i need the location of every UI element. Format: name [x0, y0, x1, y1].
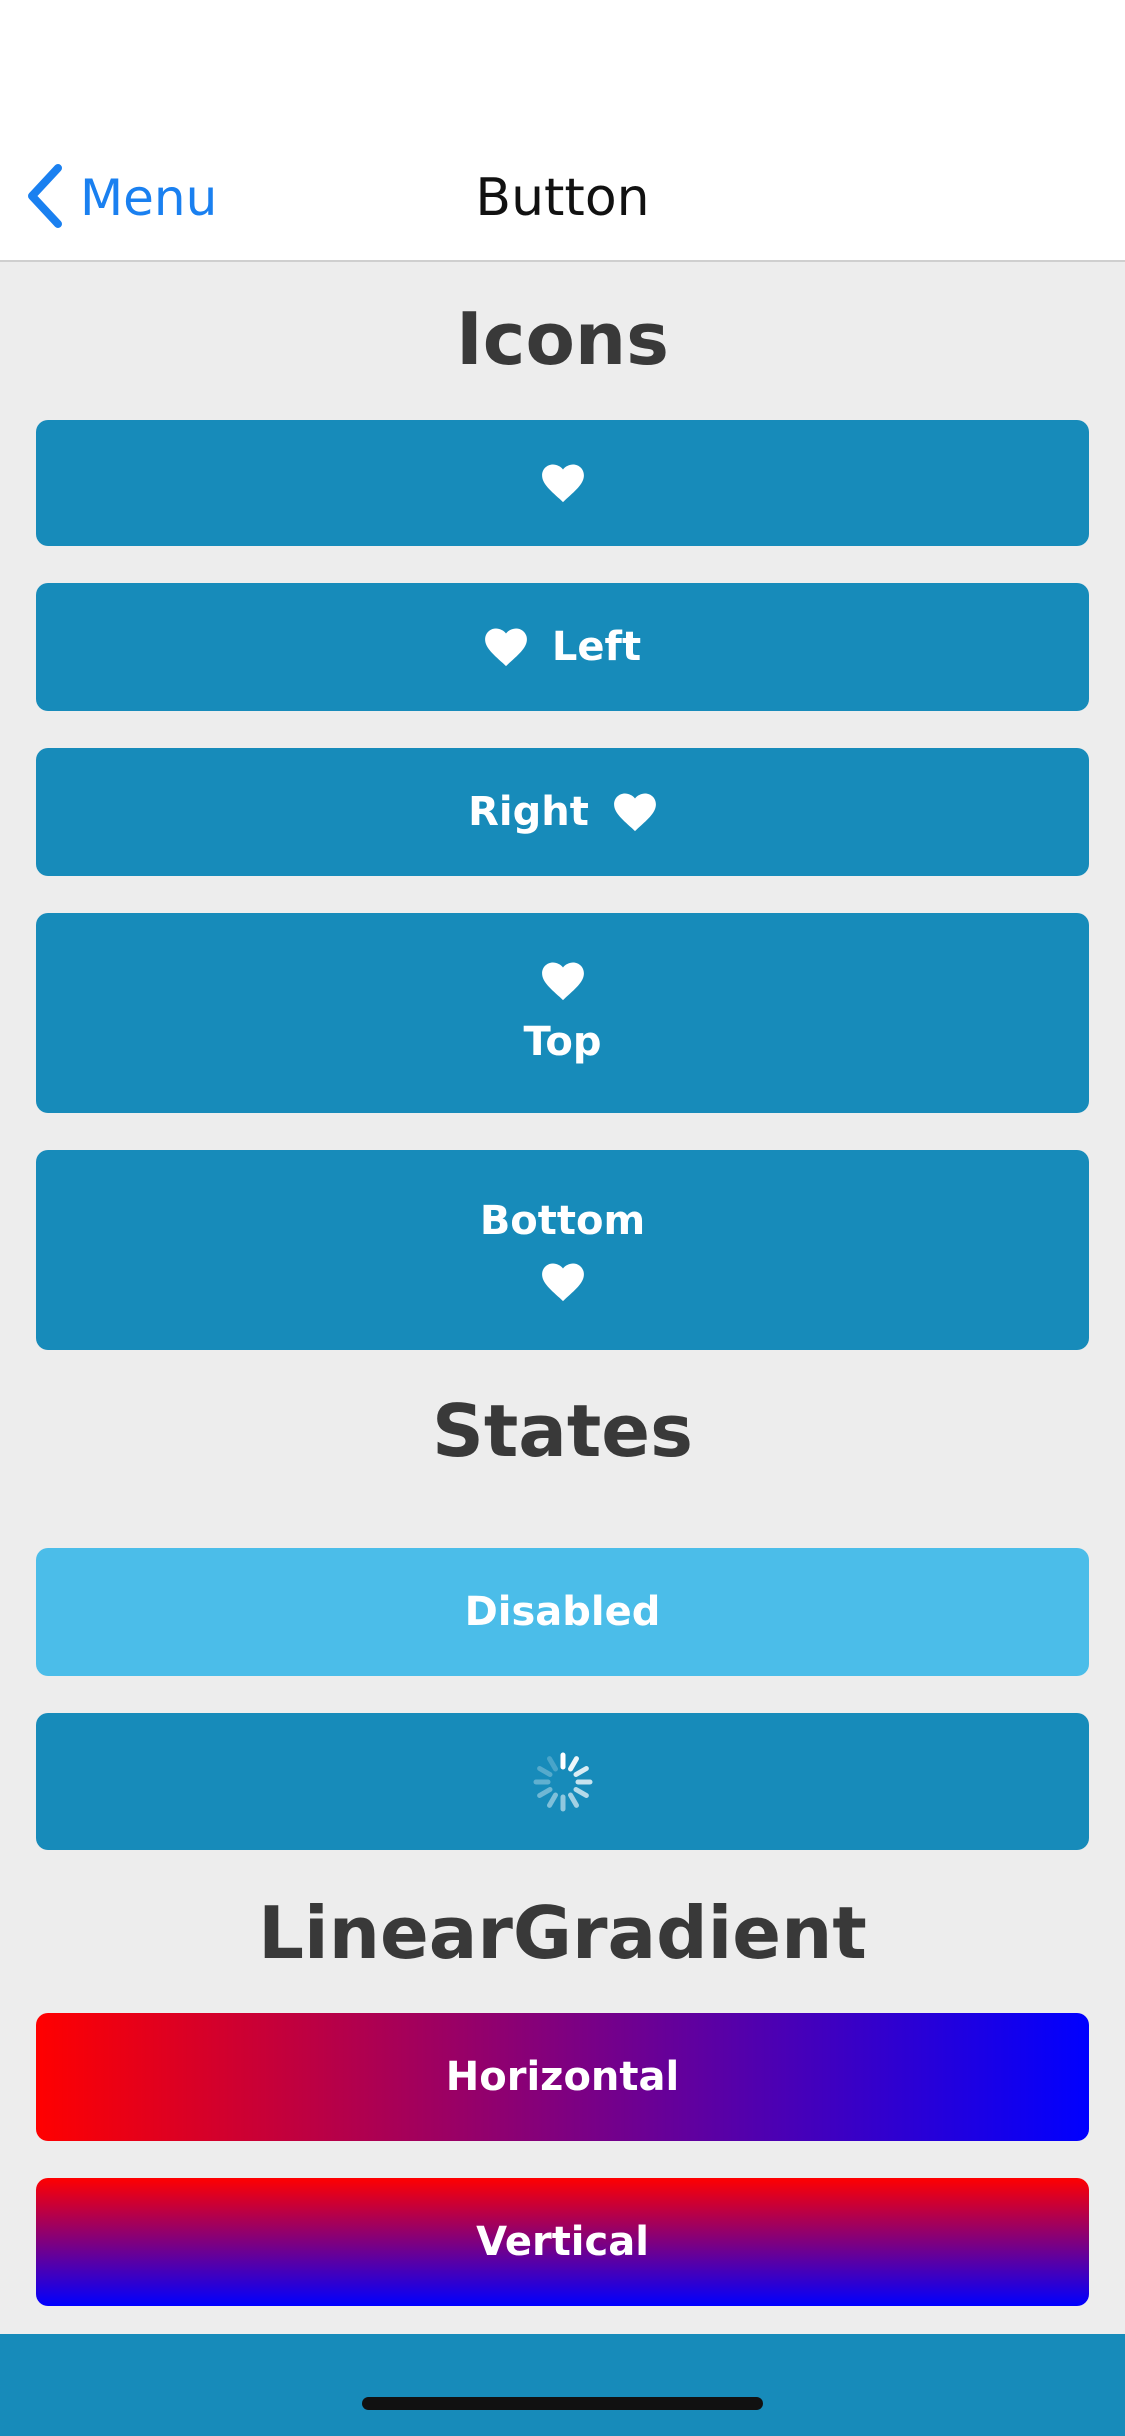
icon-top-button[interactable]: Top	[36, 913, 1089, 1113]
button-label-top: Top	[523, 1019, 602, 1065]
heart-icon	[541, 961, 585, 1001]
button-label-bottom: Bottom	[479, 1198, 646, 1244]
loading-button[interactable]	[36, 1713, 1089, 1850]
button-label-right: Right	[468, 789, 589, 835]
heart-icon	[484, 627, 528, 667]
home-indicator[interactable]	[362, 2397, 763, 2410]
icon-right-button[interactable]: Right	[36, 748, 1089, 876]
heart-icon	[541, 463, 585, 503]
spinner-icon	[533, 1752, 592, 1811]
icon-only-button[interactable]	[36, 420, 1089, 546]
icon-left-button[interactable]: Left	[36, 583, 1089, 711]
heart-icon	[541, 1262, 585, 1302]
section-title-states: States	[432, 1389, 693, 1473]
page-title: Button	[475, 168, 650, 228]
bottom-bar	[0, 2334, 1125, 2436]
horizontal-gradient-button[interactable]: Horizontal	[36, 2013, 1089, 2141]
button-label-horizontal: Horizontal	[445, 2054, 680, 2100]
button-label-vertical: Vertical	[476, 2219, 649, 2265]
disabled-button: Disabled	[36, 1548, 1089, 1676]
section-title-icons: Icons	[455, 297, 670, 381]
heart-icon	[613, 792, 657, 832]
section-title-linear-gradient: LinearGradient	[258, 1891, 867, 1975]
vertical-gradient-button[interactable]: Vertical	[36, 2178, 1089, 2306]
button-label-disabled: Disabled	[464, 1589, 661, 1635]
navigation-bar: Menu Button	[0, 0, 1125, 262]
button-label-left: Left	[551, 624, 642, 670]
icon-bottom-button[interactable]: Bottom	[36, 1150, 1089, 1350]
